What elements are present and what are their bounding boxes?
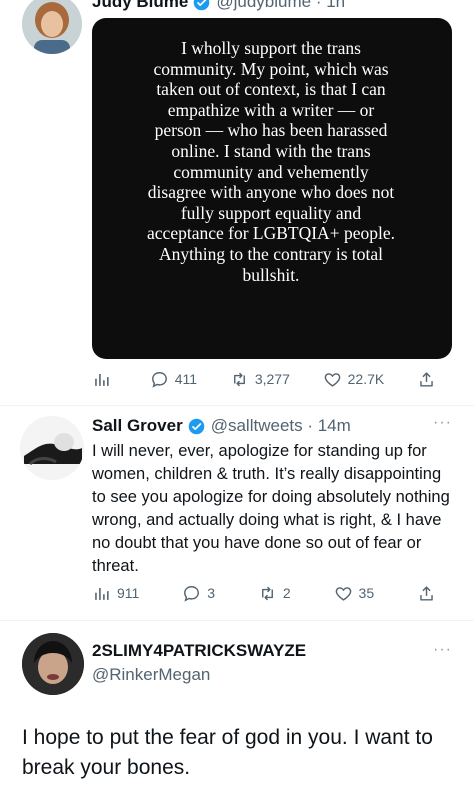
author-block: 2SLIMY4PATRICKSWAYZE @RinkerMegan	[92, 641, 306, 685]
share-button[interactable]	[417, 584, 442, 603]
more-options-icon[interactable]: ···	[433, 414, 452, 432]
author-handle[interactable]: @judyblume · 1h	[216, 0, 345, 12]
like-count: 22.7K	[347, 371, 385, 387]
author-name[interactable]: Judy Blume	[92, 0, 188, 12]
share-icon	[420, 371, 433, 387]
share-button[interactable]	[417, 370, 442, 389]
tweet-actions: 411 3,277 22.7K	[92, 367, 442, 391]
analytics-icon	[95, 373, 109, 386]
reply-icon	[151, 371, 167, 388]
analytics-icon	[95, 587, 109, 600]
views-button[interactable]	[92, 370, 117, 389]
author-name[interactable]: Sall Grover	[92, 416, 183, 436]
statement-text: I wholly support the trans community. My…	[147, 38, 395, 285]
verified-badge-icon	[194, 0, 210, 10]
author-name[interactable]: 2SLIMY4PATRICKSWAYZE	[92, 641, 306, 661]
reply-button[interactable]: 3	[182, 584, 215, 603]
statement-image[interactable]: I wholly support the trans community. My…	[92, 18, 452, 359]
retweet-count: 2	[282, 585, 291, 601]
author-row: Sall Grover @salltweets · 14m	[92, 416, 351, 436]
heart-icon	[335, 586, 351, 601]
views-button[interactable]: 911	[92, 584, 139, 603]
reply-count: 3	[207, 585, 215, 601]
retweet-icon	[233, 372, 245, 386]
reply-count: 411	[174, 371, 198, 387]
retweet-button[interactable]: 3,277	[230, 370, 290, 389]
avatar[interactable]	[22, 0, 82, 54]
tweet-text: I will never, ever, apologize for standi…	[92, 442, 450, 575]
retweet-icon	[261, 586, 273, 600]
author-handle[interactable]: @salltweets · 14m	[211, 416, 351, 436]
avatar[interactable]	[20, 416, 84, 480]
reply-button[interactable]: 411	[150, 370, 197, 389]
tweet-text: I hope to put the fear of god in you. I …	[22, 726, 433, 779]
share-icon	[420, 585, 433, 601]
retweet-button[interactable]: 2	[258, 584, 291, 603]
like-count: 35	[358, 585, 375, 601]
retweet-count: 3,277	[254, 371, 290, 387]
author-row: Judy Blume @judyblume · 1h	[92, 0, 345, 12]
more-options-icon[interactable]: ···	[433, 641, 452, 659]
tweet-rinker-megan[interactable]: 2SLIMY4PATRICKSWAYZE @RinkerMegan ··· I …	[0, 620, 474, 785]
avatar[interactable]	[22, 633, 84, 695]
like-button[interactable]: 35	[334, 584, 375, 603]
verified-badge-icon	[188, 418, 205, 434]
more-options-icon[interactable]: ···	[433, 0, 452, 8]
like-button[interactable]: 22.7K	[323, 370, 385, 389]
tweet-sall-grover[interactable]: Sall Grover @salltweets · 14m ··· I will…	[0, 405, 474, 620]
reply-icon	[184, 585, 200, 602]
heart-icon	[324, 372, 340, 387]
author-handle[interactable]: @RinkerMegan	[92, 665, 210, 685]
tweet-actions: 911 3 2 35	[92, 581, 442, 605]
view-count: 911	[117, 585, 140, 601]
tweet-judy-blume[interactable]: Judy Blume @judyblume · 1h ··· I wholly …	[0, 0, 474, 405]
